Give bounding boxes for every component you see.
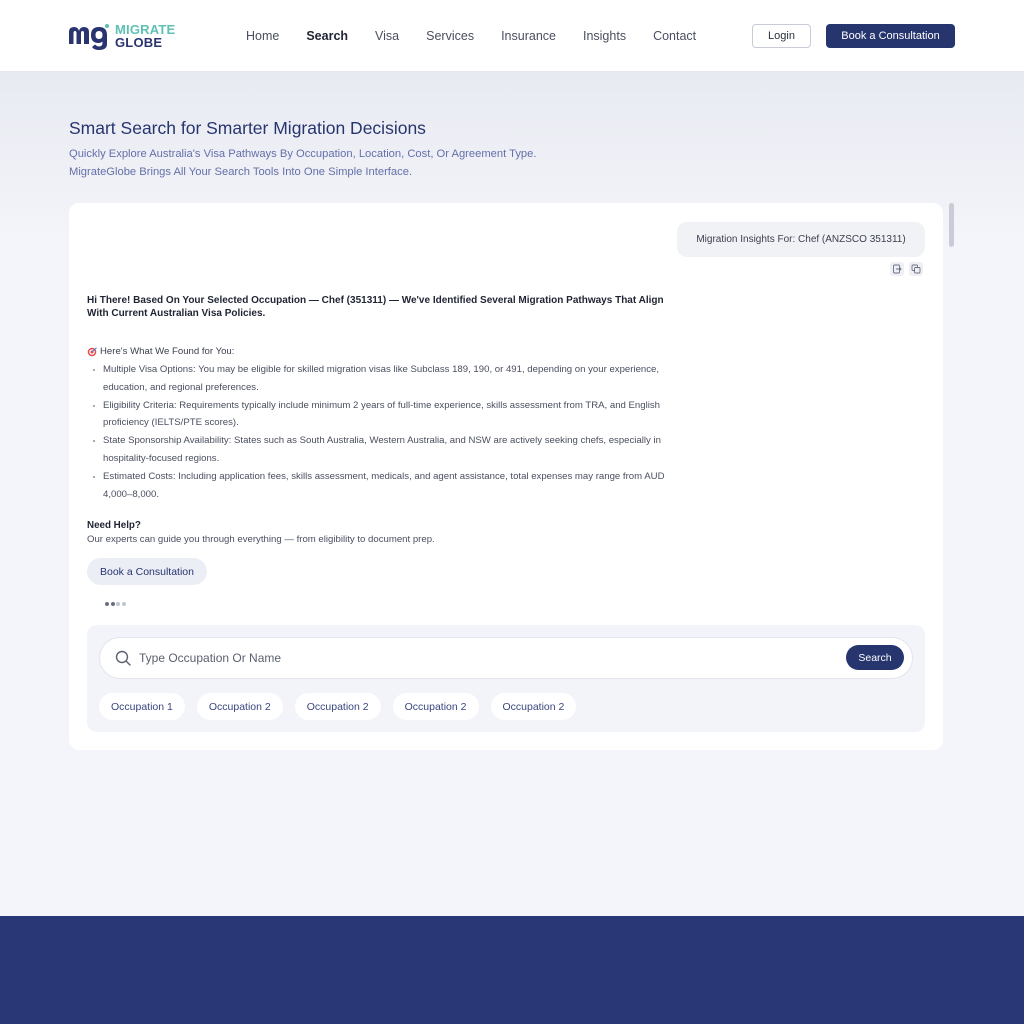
search-button[interactable]: Search (846, 645, 904, 670)
site-footer (0, 916, 1024, 1024)
page-title: Smart Search for Smarter Migration Decis… (69, 118, 426, 138)
user-message-bubble: Migration Insights For: Chef (ANZSCO 351… (677, 222, 925, 257)
nav-contact[interactable]: Contact (653, 28, 696, 44)
typing-dot (105, 602, 109, 606)
assistant-reply-intro: Hi There! Based On Your Selected Occupat… (87, 295, 664, 319)
list-item: Eligibility Criteria: Requirements typic… (92, 397, 682, 433)
page-subtitle-line-2: MigrateGlobe Brings All Your Search Tool… (69, 165, 413, 178)
logo-text: MIGRATE GLOBE (115, 23, 175, 49)
target-icon (87, 346, 97, 356)
nav-insights[interactable]: Insights (583, 28, 626, 44)
logo-mark-icon (69, 24, 109, 50)
nav-visa[interactable]: Visa (375, 28, 399, 44)
help-text: Our experts can guide you through everyt… (87, 534, 435, 545)
typing-indicator (105, 602, 127, 606)
export-icon (893, 264, 902, 274)
copy-button[interactable] (909, 262, 923, 276)
page-subtitle: Quickly Explore Australia's Visa Pathway… (69, 146, 629, 181)
found-heading: Here's What We Found for You: (87, 346, 234, 357)
logo-text-bottom: GLOBE (115, 35, 163, 50)
occupation-chips: Occupation 1 Occupation 2 Occupation 2 O… (99, 693, 588, 720)
chat-scrollbar[interactable] (949, 203, 954, 247)
site-header: MIGRATE GLOBE Home Search Visa Services … (0, 0, 1024, 72)
chat-book-consultation-button[interactable]: Book a Consultation (87, 558, 207, 585)
chip-occupation[interactable]: Occupation 2 (294, 693, 381, 720)
nav-insurance[interactable]: Insurance (501, 28, 556, 44)
nav-home[interactable]: Home (246, 28, 279, 44)
chip-occupation[interactable]: Occupation 2 (196, 693, 283, 720)
nav-services[interactable]: Services (426, 28, 474, 44)
export-button[interactable] (890, 262, 904, 276)
search-input[interactable] (139, 648, 829, 668)
findings-list: Multiple Visa Options: You may be eligib… (92, 361, 682, 503)
copy-icon (911, 264, 921, 274)
book-consultation-button[interactable]: Book a Consultation (826, 24, 955, 48)
search-icon (115, 650, 131, 666)
logo[interactable]: MIGRATE GLOBE (67, 22, 175, 50)
page-subtitle-line-1: Quickly Explore Australia's Visa Pathway… (69, 148, 537, 160)
main-nav: Home Search Visa Services Insurance Insi… (246, 28, 723, 44)
chip-occupation[interactable]: Occupation 2 (392, 693, 479, 720)
typing-dot (110, 602, 115, 606)
found-heading-text: Here's What We Found for You: (100, 346, 235, 357)
list-item: Estimated Costs: Including application f… (92, 468, 682, 504)
list-item: State Sponsorship Availability: States s… (92, 432, 682, 468)
chip-occupation[interactable]: Occupation 2 (490, 693, 577, 720)
typing-dot (116, 602, 120, 606)
nav-search[interactable]: Search (306, 28, 348, 44)
help-title: Need Help? (87, 520, 141, 531)
list-item: Multiple Visa Options: You may be eligib… (92, 361, 682, 397)
chip-occupation[interactable]: Occupation 1 (99, 693, 185, 720)
login-button[interactable]: Login (752, 24, 811, 48)
typing-dot (121, 602, 126, 606)
